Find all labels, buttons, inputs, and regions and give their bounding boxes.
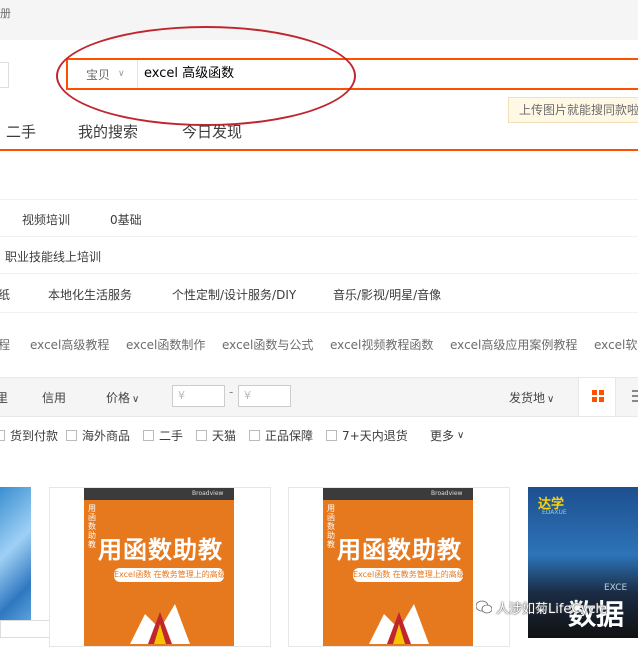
related-search-link[interactable]: excel软件	[594, 336, 638, 353]
filter-genuine[interactable]: 正品保障	[249, 427, 313, 444]
book-logo-sub: EDAXUE	[542, 509, 567, 516]
wechat-icon	[476, 600, 492, 614]
nav-divider	[0, 149, 638, 151]
filter-7day-return[interactable]: 7+天内退货	[326, 427, 408, 444]
divider	[0, 273, 638, 274]
price-max-input[interactable]: ¥	[238, 385, 291, 407]
product-card[interactable]: Broadview 用函数助教 用函数助教 Excel函数 在教务管理上的高级应…	[288, 487, 510, 647]
chevron-down-icon: ∨	[457, 430, 465, 441]
watermark-text: 人涉如菊LifeCycle	[496, 602, 607, 617]
sort-price-label: 价格	[106, 391, 131, 405]
book-side-title: 用函数助教	[327, 504, 335, 549]
filter-label: 正品保障	[265, 429, 314, 443]
top-bar-text: 册	[0, 7, 11, 20]
checkbox[interactable]	[143, 430, 154, 441]
publisher-logo: Broadview	[192, 490, 224, 497]
category-link[interactable]: 个性定制/设计服务/DIY	[172, 286, 296, 303]
ship-from-select[interactable]: 发货地 ∨	[509, 389, 554, 406]
filter-overseas[interactable]: 海外商品	[66, 427, 130, 444]
filter-tmall[interactable]: 天猫	[196, 427, 236, 444]
filter-cod[interactable]: 货到付款	[0, 427, 58, 444]
ship-from-label: 发货地	[509, 391, 546, 405]
sort-sales-edge[interactable]: 里	[0, 389, 8, 406]
related-search-link[interactable]: excel函数与公式	[222, 336, 313, 353]
filter-more[interactable]: 更多 ∨	[430, 427, 464, 444]
site-switch-dropdown[interactable]	[0, 62, 9, 88]
related-search-link[interactable]: 程	[0, 336, 10, 353]
tab-second-hand[interactable]: 二手	[6, 121, 36, 142]
book-subtitle: Excel函数 在教务管理上的高级应用	[353, 568, 473, 582]
price-min-input[interactable]: ¥	[172, 385, 225, 407]
filter-second-hand[interactable]: 二手	[143, 427, 183, 444]
product-image[interactable]	[0, 487, 31, 638]
grid-icon	[592, 390, 604, 402]
book-side-title: 用函数助教	[88, 504, 96, 549]
category-link[interactable]: 本地化生活服务	[48, 286, 132, 303]
chevron-down-icon: ∨	[118, 69, 125, 79]
filter-label: 二手	[159, 429, 184, 443]
list-view-icon[interactable]	[632, 390, 638, 405]
chevron-down-icon: ∨	[547, 394, 555, 405]
category-link[interactable]: 视频培训	[22, 211, 70, 228]
related-search-link[interactable]: excel高级应用案例教程	[450, 336, 577, 353]
search-input[interactable]: excel 高级函数	[144, 60, 624, 88]
book-title: 用函数助教	[337, 536, 462, 564]
chevron-down-icon: ∨	[132, 394, 140, 405]
category-link[interactable]: 音乐/影视/明星/音像	[333, 286, 441, 303]
sort-credit[interactable]: 信用	[42, 389, 66, 406]
checkbox[interactable]	[196, 430, 207, 441]
book-illustration	[130, 604, 190, 644]
book-illustration	[369, 604, 429, 644]
related-search-link[interactable]: excel高级教程	[30, 336, 109, 353]
book-extra: EXCE	[604, 583, 628, 593]
divider	[0, 199, 638, 200]
search-category-label: 宝贝	[86, 67, 111, 82]
publisher-logo: Broadview	[431, 490, 463, 497]
filter-label: 更多	[430, 429, 455, 443]
search-box[interactable]: 宝贝 ∨ excel 高级函数	[66, 58, 638, 90]
divider	[0, 236, 638, 237]
checkbox[interactable]	[326, 430, 337, 441]
checkbox[interactable]	[66, 430, 77, 441]
category-link[interactable]: 职业技能线上培训	[5, 248, 101, 265]
related-search-link[interactable]: excel视频教程函数	[330, 336, 433, 353]
filter-label: 7+天内退货	[342, 429, 408, 443]
top-bar	[0, 0, 638, 40]
tab-today-discover[interactable]: 今日发现	[182, 121, 242, 142]
book-cover: Broadview 用函数助教 用函数助教 Excel函数 在教务管理上的高级应…	[84, 488, 234, 646]
checkbox[interactable]	[249, 430, 260, 441]
checkbox[interactable]	[0, 430, 5, 441]
filter-label: 海外商品	[82, 429, 131, 443]
tab-my-search[interactable]: 我的搜索	[78, 121, 138, 142]
book-title: 用函数助教	[98, 536, 223, 564]
category-link[interactable]: 0基础	[110, 211, 142, 228]
related-search-link[interactable]: excel函数制作	[126, 336, 205, 353]
book-cover: Broadview 用函数助教 用函数助教 Excel函数 在教务管理上的高级应…	[323, 488, 473, 646]
product-card[interactable]: Broadview 用函数助教 用函数助教 Excel函数 在教务管理上的高级应…	[49, 487, 271, 647]
sort-price[interactable]: 价格 ∨	[106, 389, 139, 406]
price-range-dash: -	[229, 385, 234, 399]
divider	[0, 312, 638, 313]
filter-label: 天猫	[212, 429, 237, 443]
category-link[interactable]: 纸	[0, 286, 10, 303]
image-search-tooltip: 上传图片就能搜同款啦	[508, 97, 638, 123]
search-category-select[interactable]: 宝贝 ∨	[68, 60, 138, 88]
book-subtitle: Excel函数 在教务管理上的高级应用	[114, 568, 234, 582]
filter-label: 货到付款	[10, 429, 59, 443]
